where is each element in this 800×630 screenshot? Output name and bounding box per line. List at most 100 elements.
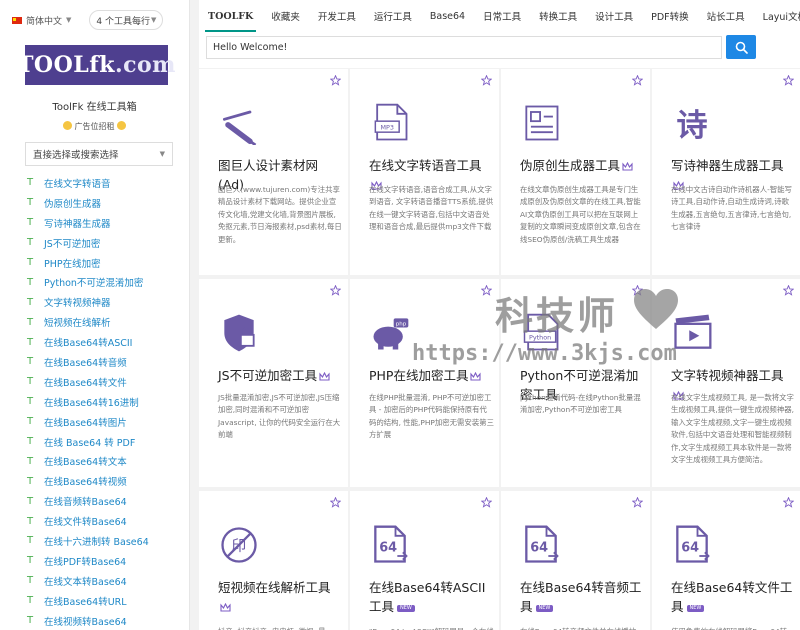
tool-card[interactable]: 64 在线Base64转文件工具NEW 使用免费的在线解码器将Base64转 <box>652 491 800 630</box>
poem-character-icon: 诗 <box>676 108 707 144</box>
tool-t-icon: T <box>27 376 34 388</box>
nav-tab[interactable]: 开发工具 <box>309 0 365 32</box>
tool-card-title: JS不可逆加密工具 <box>218 366 343 385</box>
new-badge: NEW <box>686 605 705 612</box>
search-input[interactable] <box>206 36 722 59</box>
sidebar-tool-label: 在线文字转语音 <box>44 178 111 190</box>
audio-file-icon: MP3 <box>374 103 408 141</box>
sidebar-tool-item[interactable]: T 在线文本转Base64 <box>0 571 189 591</box>
sidebar-tool-label: 伪原创生成器 <box>44 198 102 210</box>
star-icon[interactable] <box>632 285 643 296</box>
sidebar-tool-item[interactable]: T 在线Base64转16进制 <box>0 392 189 412</box>
tool-card[interactable]: 伪原创生成器工具 在线文章伪原创生成器工具是专门生成原创及伪原创文章的在线工具,智… <box>501 69 650 275</box>
tool-card-description: "Base64 to ASCII"解码器是一个在线 <box>369 626 494 630</box>
star-icon[interactable] <box>632 75 643 86</box>
star-icon[interactable] <box>330 285 341 296</box>
tool-card[interactable]: 文字转视频神器工具 在线文字生成视频工具, 是一款将文字生成视频工具,提供一键生成… <box>652 279 800 487</box>
sidebar-tool-label: Python不可逆混淆加密 <box>44 278 144 290</box>
tool-card[interactable]: 图巨人设计素材网(Ad) 图巨人(www.tujuren.com)专注共享精品设计… <box>199 69 348 275</box>
tool-card-description: 抖音, 抖音抖音, 皮皮虾, 微视, 最 <box>218 626 343 630</box>
site-logo[interactable]: TOOLfk .com <box>17 45 175 85</box>
tool-card-title: 在线Base64转音频工具 NEW <box>520 578 645 616</box>
sidebar-tool-item[interactable]: T 短视频在线解析 <box>0 312 189 332</box>
star-icon[interactable] <box>783 75 794 86</box>
star-icon[interactable] <box>330 497 341 508</box>
sidebar-tool-item[interactable]: T 文字转视频神器 <box>0 292 189 312</box>
crown-icon <box>622 162 633 171</box>
search-icon <box>735 41 748 54</box>
document-icon <box>525 105 559 141</box>
sidebar-tool-item[interactable]: T 伪原创生成器 <box>0 193 189 213</box>
sidebar-tool-item[interactable]: T 在线Base64转图片 <box>0 412 189 432</box>
tool-card[interactable]: JS不可逆加密工具 JS批量混淆加密,JS不可逆加密,JS压缩加密,同时混淆和不可… <box>199 279 348 487</box>
search-button[interactable] <box>726 35 756 59</box>
sidebar-tool-label: 在线 Base64 转 PDF <box>44 437 136 449</box>
sidebar-tool-item[interactable]: T 在线Base64转文本 <box>0 451 189 471</box>
svg-text:MP3: MP3 <box>381 123 394 131</box>
tool-card[interactable]: php PHP在线加密工具 在线PHP批量混淆, PHP不可逆加密工具 - 加密后的… <box>350 279 499 487</box>
sidebar-tool-item[interactable]: T 在线音频转Base64 <box>0 491 189 511</box>
tool-t-icon: T <box>27 276 34 288</box>
language-label: 简体中文 <box>26 16 63 27</box>
nav-tab[interactable]: Layui文档 <box>754 0 800 32</box>
sidebar-tool-item[interactable]: T PHP在线加密 <box>0 253 189 273</box>
ad-slot[interactable]: 广告位招租 <box>0 121 189 132</box>
nav-tab[interactable]: 站长工具 <box>698 0 754 32</box>
tool-card-title-text: 短视频在线解析工具 <box>218 580 331 595</box>
star-icon[interactable] <box>481 75 492 86</box>
sidebar-tool-label: 短视频在线解析 <box>44 318 111 330</box>
tool-card-description: 在线文字生成视频工具, 是一款将文字生成视频工具,提供一键生成视频神器,输入文字… <box>671 393 794 465</box>
tool-card[interactable]: MP3 在线文字转语音工具 在线文字转语音,语音合成工具,从文字到语音, 文字转语音… <box>350 69 499 275</box>
star-icon[interactable] <box>481 285 492 296</box>
sidebar-tool-item[interactable]: T 在线Base64转ASCII <box>0 332 189 352</box>
sidebar-top-row: 简体中文 ▼ 4 个工具每行 ▼ <box>0 0 189 40</box>
sidebar-tool-item[interactable]: T 在线Base64转视频 <box>0 471 189 491</box>
nav-tab[interactable]: Base64 <box>421 0 474 32</box>
sidebar-tool-item[interactable]: T 在线PDF转Base64 <box>0 551 189 571</box>
sidebar-tool-item[interactable]: T 在线文件转Base64 <box>0 511 189 531</box>
tool-card[interactable]: 64 在线Base64转ASCII工具NEW "Base64 to ASCII"解码… <box>350 491 499 630</box>
star-icon[interactable] <box>481 497 492 508</box>
tools-per-row-select[interactable]: 4 个工具每行 ▼ <box>89 10 164 30</box>
crown-icon <box>220 603 231 612</box>
sidebar-tool-item[interactable]: T 在线 Base64 转 PDF <box>0 432 189 452</box>
sidebar-tool-label: 在线Base64转视频 <box>44 477 127 489</box>
sidebar-tool-item[interactable]: T 在线十六进制转 Base64 <box>0 531 189 551</box>
tool-card[interactable]: Python Python不可逆混淆加密工具 python混淆代码-在线Python… <box>501 279 650 487</box>
star-icon[interactable] <box>783 497 794 508</box>
star-icon[interactable] <box>783 285 794 296</box>
tool-card[interactable]: 印短视频在线解析工具抖音, 抖音抖音, 皮皮虾, 微视, 最 <box>199 491 348 630</box>
sidebar-tool-label: 文字转视频神器 <box>44 298 111 310</box>
sidebar-tool-item[interactable]: T 在线Base64转URL <box>0 591 189 611</box>
sidebar-tool-label: 在线Base64转文本 <box>44 457 127 469</box>
sidebar-tool-item[interactable]: T 在线Base64转文件 <box>0 372 189 392</box>
tool-card[interactable]: 64 在线Base64转音频工具NEW 在线Base64转音频文件并在线播放 <box>501 491 650 630</box>
sidebar-tool-item[interactable]: T Python不可逆混淆加密 <box>0 272 189 292</box>
nav-tab[interactable]: PDF转换 <box>642 0 698 32</box>
tool-card-title: PHP在线加密工具 <box>369 366 494 385</box>
language-selector[interactable]: 简体中文 ▼ <box>12 14 71 27</box>
crown-icon <box>470 372 482 381</box>
sidebar-search-select[interactable]: 直接选择或搜索选择 ▼ <box>25 142 173 166</box>
sidebar-tool-item[interactable]: T 在线视频转Base64 <box>0 611 189 630</box>
star-icon[interactable] <box>330 75 341 86</box>
logo-suffix: .com <box>114 52 176 78</box>
tool-t-icon: T <box>27 455 34 467</box>
sidebar-tool-item[interactable]: T JS不可逆加密 <box>0 233 189 253</box>
tool-t-icon: T <box>27 436 34 448</box>
tool-t-icon: T <box>27 575 34 587</box>
svg-text:Python: Python <box>529 333 551 341</box>
sidebar-tool-item[interactable]: T 在线Base64转音频 <box>0 352 189 372</box>
sidebar-tool-label: 在线Base64转音频 <box>44 357 127 369</box>
nav-tab[interactable]: TOOLFK <box>199 0 262 32</box>
nav-tab[interactable]: 设计工具 <box>586 0 642 32</box>
tool-card[interactable]: 诗写诗神器生成器工具 在线中文古诗自动作诗机器人-智能写诗工具,自动作诗,自动生成… <box>652 69 800 275</box>
star-icon[interactable] <box>632 497 643 508</box>
sidebar-tool-item[interactable]: T 写诗神器生成器 <box>0 213 189 233</box>
tool-t-icon: T <box>27 535 34 547</box>
nav-tab[interactable]: 运行工具 <box>365 0 421 32</box>
nav-tab[interactable]: 收藏夹 <box>262 0 309 32</box>
nav-tab[interactable]: 转换工具 <box>530 0 586 32</box>
sidebar-tool-item[interactable]: T 在线文字转语音 <box>0 173 189 193</box>
nav-tab[interactable]: 日常工具 <box>474 0 530 32</box>
